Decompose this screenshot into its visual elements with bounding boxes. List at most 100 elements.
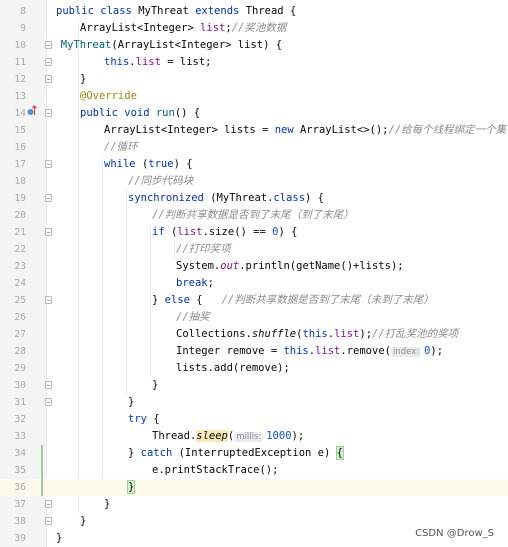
code-line[interactable]: 17 while (true) { bbox=[0, 156, 508, 173]
code-token: e.printStackTrace(); bbox=[152, 464, 279, 476]
code-token: lists.add(remove); bbox=[176, 362, 290, 374]
code-text: System.out.println(getName()+lists); bbox=[176, 258, 404, 275]
fold-toggle-icon[interactable] bbox=[45, 398, 52, 406]
code-line[interactable]: 32 try { bbox=[0, 411, 508, 428]
code-token: new bbox=[274, 124, 300, 136]
code-token: ArrayList<Integer> bbox=[80, 22, 201, 34]
code-line[interactable]: 18 //同步代码块 bbox=[0, 173, 508, 190]
code-line[interactable]: 24 break; bbox=[0, 275, 508, 292]
code-token: //奖池数据 bbox=[231, 22, 287, 34]
code-text: Thread.sleep(millis: 1000); bbox=[152, 428, 304, 446]
fold-toggle-icon[interactable] bbox=[45, 381, 52, 389]
fold-toggle-icon[interactable] bbox=[45, 41, 52, 49]
code-token: } bbox=[80, 515, 87, 527]
code-token: } bbox=[152, 294, 165, 306]
code-text: //打印奖项 bbox=[176, 241, 231, 258]
code-token: } bbox=[126, 480, 136, 494]
fold-toggle-icon[interactable] bbox=[45, 160, 52, 168]
code-token: //抽奖 bbox=[176, 311, 210, 323]
code-token: synchronized bbox=[128, 192, 211, 204]
code-token: = list; bbox=[160, 56, 212, 68]
code-line[interactable]: 16 //循环 bbox=[0, 139, 508, 156]
vcs-change-marker[interactable] bbox=[41, 445, 43, 462]
override-method-icon[interactable] bbox=[27, 105, 37, 122]
vcs-change-marker[interactable] bbox=[41, 479, 43, 496]
code-token: System. bbox=[176, 260, 221, 272]
line-number: 37 bbox=[14, 499, 26, 510]
fold-toggle-icon[interactable] bbox=[45, 58, 52, 66]
code-line[interactable]: 15 ArrayList<Integer> lists = new ArrayLi… bbox=[0, 122, 508, 139]
code-text: } bbox=[152, 377, 158, 394]
code-line[interactable]: 10 MyThreat(ArrayList<Integer> list) { bbox=[0, 37, 508, 54]
code-line[interactable]: 14 public void run() { bbox=[0, 105, 508, 122]
code-token: ArrayList<Integer> lists = bbox=[104, 124, 275, 136]
line-number: 29 bbox=[14, 363, 26, 374]
code-text: if (list.size() == 0) { bbox=[152, 224, 297, 241]
fold-toggle-icon[interactable] bbox=[45, 75, 52, 83]
code-token: ); bbox=[291, 430, 305, 442]
fold-toggle-icon[interactable] bbox=[45, 228, 52, 236]
code-token: list bbox=[200, 22, 226, 34]
code-token: //循环 bbox=[104, 141, 138, 153]
code-text: //抽奖 bbox=[176, 309, 210, 326]
code-line[interactable]: 26 //抽奖 bbox=[0, 309, 508, 326]
code-line[interactable]: 9 ArrayList<Integer> list;//奖池数据 bbox=[0, 20, 508, 37]
code-token: { bbox=[196, 294, 222, 306]
code-token: .remove( bbox=[340, 345, 391, 357]
line-number: 19 bbox=[14, 193, 26, 204]
code-text: while (true) { bbox=[104, 156, 193, 173]
code-token: } bbox=[104, 498, 111, 510]
code-line[interactable]: 19 synchronized (MyThreat.class) { bbox=[0, 190, 508, 207]
code-token: //打印奖项 bbox=[176, 243, 231, 255]
code-token: list bbox=[135, 56, 161, 68]
code-line[interactable]: 33 Thread.sleep(millis: 1000); bbox=[0, 428, 508, 445]
code-line[interactable]: 13 @Override bbox=[0, 88, 508, 105]
code-line[interactable]: 22 //打印奖项 bbox=[0, 241, 508, 258]
code-token: { bbox=[153, 413, 160, 425]
code-line[interactable]: 11 this.list = list; bbox=[0, 54, 508, 71]
fold-toggle-icon[interactable] bbox=[45, 194, 52, 202]
code-token: ; bbox=[207, 277, 214, 289]
code-line[interactable]: 34} catch (InterruptedException e) { bbox=[0, 445, 508, 462]
code-token: //同步代码块 bbox=[128, 175, 194, 187]
code-line[interactable]: 8 public class MyThreat extends Thread { bbox=[0, 3, 508, 20]
code-line[interactable]: 23 System.out.println(getName()+lists); bbox=[0, 258, 508, 275]
code-token: //给每个线程绑定一个集合 bbox=[388, 124, 508, 136]
code-line[interactable]: 27 Collections.shuffle(this.list);//打乱奖池的… bbox=[0, 326, 508, 343]
code-token: (InterruptedException e) bbox=[178, 447, 337, 459]
code-token: } bbox=[56, 532, 63, 544]
code-text: public class MyThreat extends Thread { bbox=[56, 3, 296, 20]
code-line[interactable]: 20 //判断共享数据是否到了末尾（到了末尾） bbox=[0, 207, 508, 224]
line-number: 39 bbox=[14, 533, 26, 544]
code-line[interactable]: 35 e.printStackTrace(); bbox=[0, 462, 508, 479]
code-line[interactable]: 30} bbox=[0, 377, 508, 394]
code-line[interactable]: 37} bbox=[0, 496, 508, 513]
line-number: 30 bbox=[14, 380, 26, 391]
line-number: 22 bbox=[14, 244, 26, 255]
line-number: 34 bbox=[14, 448, 26, 459]
line-number: 36 bbox=[14, 482, 26, 493]
code-line[interactable]: 21 if (list.size() == 0) { bbox=[0, 224, 508, 241]
fold-toggle-icon[interactable] bbox=[45, 296, 52, 304]
vcs-change-marker[interactable] bbox=[41, 462, 43, 479]
code-text: } bbox=[104, 496, 110, 513]
code-token: ); bbox=[430, 345, 444, 357]
code-text: @Override bbox=[80, 88, 137, 105]
code-token: } bbox=[128, 396, 135, 408]
line-number: 12 bbox=[14, 74, 26, 85]
code-line[interactable]: 29 lists.add(remove); bbox=[0, 360, 508, 377]
code-token: (ArrayList<Integer> list) { bbox=[111, 39, 283, 51]
code-line[interactable]: 12} bbox=[0, 71, 508, 88]
code-text: MyThreat(ArrayList<Integer> list) { bbox=[61, 37, 282, 54]
code-text: } bbox=[128, 394, 134, 411]
code-token: .size() == bbox=[202, 226, 273, 238]
code-line[interactable]: 36} bbox=[0, 479, 508, 496]
fold-toggle-icon[interactable] bbox=[45, 517, 52, 525]
code-line[interactable]: 28 Integer remove = this.list.remove(inde… bbox=[0, 343, 508, 360]
code-line[interactable]: 25} else { //判断共享数据是否到了末尾（未到了末尾） bbox=[0, 292, 508, 309]
code-line[interactable]: 31} bbox=[0, 394, 508, 411]
line-number: 28 bbox=[14, 346, 26, 357]
line-number: 23 bbox=[14, 261, 26, 272]
fold-toggle-icon[interactable] bbox=[45, 109, 52, 117]
fold-toggle-icon[interactable] bbox=[45, 500, 52, 508]
